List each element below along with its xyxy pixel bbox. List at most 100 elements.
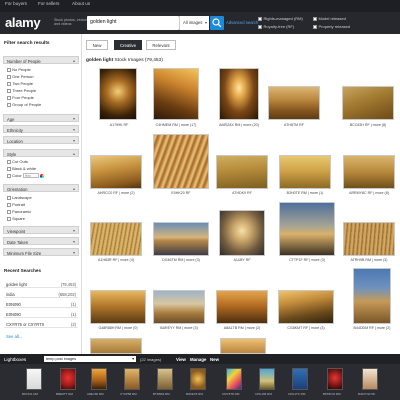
lightbox-thumbnail[interactable]: [190, 368, 206, 390]
lightbox-thumbnail[interactable]: [259, 368, 275, 390]
lightbox-thumbnail[interactable]: [362, 368, 378, 390]
image-caption[interactable]: A8A1TB RM | more (2): [214, 326, 270, 330]
option-no-people[interactable]: No People: [7, 67, 31, 72]
facet-date-taken[interactable]: Date Taken ▾: [3, 237, 79, 245]
image-thumbnail[interactable]: [219, 210, 265, 256]
image-thumbnail[interactable]: [216, 290, 268, 324]
image-caption[interactable]: ATRH9B RM | more (3): [341, 258, 397, 262]
recent-search-item[interactable]: golden light (79,453): [4, 280, 78, 288]
lightbox-thumbnail[interactable]: [157, 368, 173, 390]
option-one-person[interactable]: One Person: [7, 74, 33, 79]
image-thumbnail[interactable]: [90, 155, 142, 189]
image-thumbnail[interactable]: [279, 155, 331, 189]
filter-royalty-free[interactable]: Royalty-free (RF): [258, 24, 294, 29]
image-caption[interactable]: G48R88H RM | more (0): [88, 326, 148, 330]
tab-creative[interactable]: Creative: [114, 40, 142, 50]
lightbox-thumbnail[interactable]: [60, 368, 76, 390]
image-caption[interactable]: CG8KMT RF | more (3): [278, 326, 334, 330]
image-caption[interactable]: C4HMEM RM | more (17): [150, 123, 202, 127]
nav-about-us[interactable]: About us: [72, 1, 90, 6]
filter-rights-managed[interactable]: Rights-managed (RM): [258, 16, 303, 21]
search-input[interactable]: golden light: [87, 16, 179, 30]
lightbox-select[interactable]: temp post images ▾: [44, 356, 136, 362]
option-cut-outs[interactable]: Cut Outs: [7, 159, 28, 164]
recent-search-item[interactable]: E0N090 (1): [4, 300, 78, 308]
image-caption[interactable]: A1799K RF: [96, 123, 142, 127]
lightbox-thumbnail[interactable]: [26, 368, 42, 390]
filter-property-released[interactable]: Property released: [313, 24, 350, 29]
tab-relevant[interactable]: Relevant: [146, 40, 176, 50]
facet-minimum-file-size[interactable]: Minimum File Size ▾: [3, 248, 79, 256]
image-caption[interactable]: ATHDK9 RF: [218, 191, 266, 195]
image-caption[interactable]: DG46TM RM | more (3): [153, 258, 209, 262]
image-thumbnail[interactable]: [220, 338, 266, 354]
option-portrait[interactable]: Portrait: [7, 202, 25, 207]
lightboxes-title[interactable]: Lightboxes: [4, 357, 26, 362]
image-caption[interactable]: BAREYY RM | more (3): [151, 326, 207, 330]
image-thumbnail[interactable]: [342, 86, 394, 120]
facet-viewpoint[interactable]: Viewpoint ▾: [3, 226, 79, 234]
lightbox-thumbnail[interactable]: [226, 368, 242, 390]
image-caption[interactable]: ATH8TM RF: [270, 123, 318, 127]
option-black-white[interactable]: Black & white: [7, 166, 36, 171]
image-caption[interactable]: E0HK20 RF: [156, 191, 206, 195]
facet-ethnicity[interactable]: Ethnicity ▾: [3, 125, 79, 133]
image-thumbnail[interactable]: [153, 222, 209, 256]
image-thumbnail[interactable]: [343, 222, 395, 256]
lightbox-thumbnail[interactable]: [292, 368, 308, 390]
lightbox-thumbnail[interactable]: [124, 368, 140, 390]
option-landscape[interactable]: Landscape: [7, 195, 32, 200]
facet-orientation[interactable]: Orientation ▴: [3, 184, 79, 192]
image-caption[interactable]: B44DDM RF | more (2): [344, 326, 400, 330]
image-thumbnail[interactable]: [99, 68, 137, 120]
category-select[interactable]: All images ▾: [179, 16, 209, 30]
image-thumbnail[interactable]: [353, 268, 391, 324]
advanced-search-link[interactable]: Advanced search: [226, 20, 258, 25]
image-caption[interactable]: AMRZ8X RM | more (20): [214, 123, 264, 127]
image-caption[interactable]: A1U8Y RF: [220, 258, 264, 262]
color-wheel-icon[interactable]: [39, 173, 45, 179]
image-caption[interactable]: ARRMY8C RF | more (8): [340, 191, 398, 195]
lightbox-thumbnail[interactable]: [91, 368, 107, 390]
lightbox-view-button[interactable]: View: [176, 357, 186, 362]
facet-style[interactable]: Style ▴: [3, 149, 79, 157]
lightbox-thumbnail[interactable]: [327, 368, 343, 390]
nav-for-buyers[interactable]: For buyers: [5, 1, 27, 6]
option-two-people[interactable]: Two People: [7, 81, 33, 86]
image-caption[interactable]: B3H0TE RM | more (1): [276, 191, 334, 195]
image-thumbnail[interactable]: [278, 290, 334, 324]
image-thumbnail[interactable]: [90, 222, 142, 256]
facet-age[interactable]: Age ▾: [3, 114, 79, 122]
image-caption[interactable]: BCC83H RF | more (8): [342, 123, 394, 127]
image-thumbnail[interactable]: [90, 338, 142, 354]
image-thumbnail[interactable]: [153, 134, 209, 189]
recent-search-item[interactable]: india (658,202): [4, 290, 78, 298]
image-thumbnail[interactable]: [216, 155, 268, 189]
recent-search-item[interactable]: CXYR76 or CXYRTX (2): [4, 320, 78, 328]
option-color[interactable]: Color Hex: [7, 173, 45, 179]
search-button[interactable]: [210, 16, 224, 30]
lightbox-new-button[interactable]: New: [210, 357, 219, 362]
recent-search-item[interactable]: E0N090 (1): [4, 310, 78, 318]
filter-model-released[interactable]: Model released: [313, 16, 346, 21]
image-thumbnail[interactable]: [219, 68, 259, 120]
image-thumbnail[interactable]: [268, 86, 320, 120]
hex-input[interactable]: Hex: [22, 173, 39, 179]
image-caption[interactable]: CTTP1F RF | more (3): [279, 258, 335, 262]
lightbox-manage-button[interactable]: Manage: [190, 357, 206, 362]
image-thumbnail[interactable]: [90, 290, 146, 324]
tab-new[interactable]: New: [86, 40, 108, 50]
facet-location[interactable]: Location ▾: [3, 136, 79, 144]
image-caption[interactable]: A1H83R RF | more (4): [88, 258, 144, 262]
image-thumbnail[interactable]: [279, 202, 335, 256]
nav-for-sellers[interactable]: For sellers: [38, 1, 59, 6]
option-square[interactable]: Square: [7, 216, 25, 221]
image-thumbnail[interactable]: [153, 290, 205, 324]
see-all-link[interactable]: See all...: [6, 334, 22, 339]
option-panoramic[interactable]: Panoramic: [7, 209, 31, 214]
option-four-people[interactable]: Four People: [7, 95, 34, 100]
image-thumbnail[interactable]: [153, 68, 199, 120]
image-thumbnail[interactable]: [343, 155, 395, 189]
option-group-of-people[interactable]: Group of People: [7, 102, 41, 107]
option-three-people[interactable]: Three People: [7, 88, 36, 93]
